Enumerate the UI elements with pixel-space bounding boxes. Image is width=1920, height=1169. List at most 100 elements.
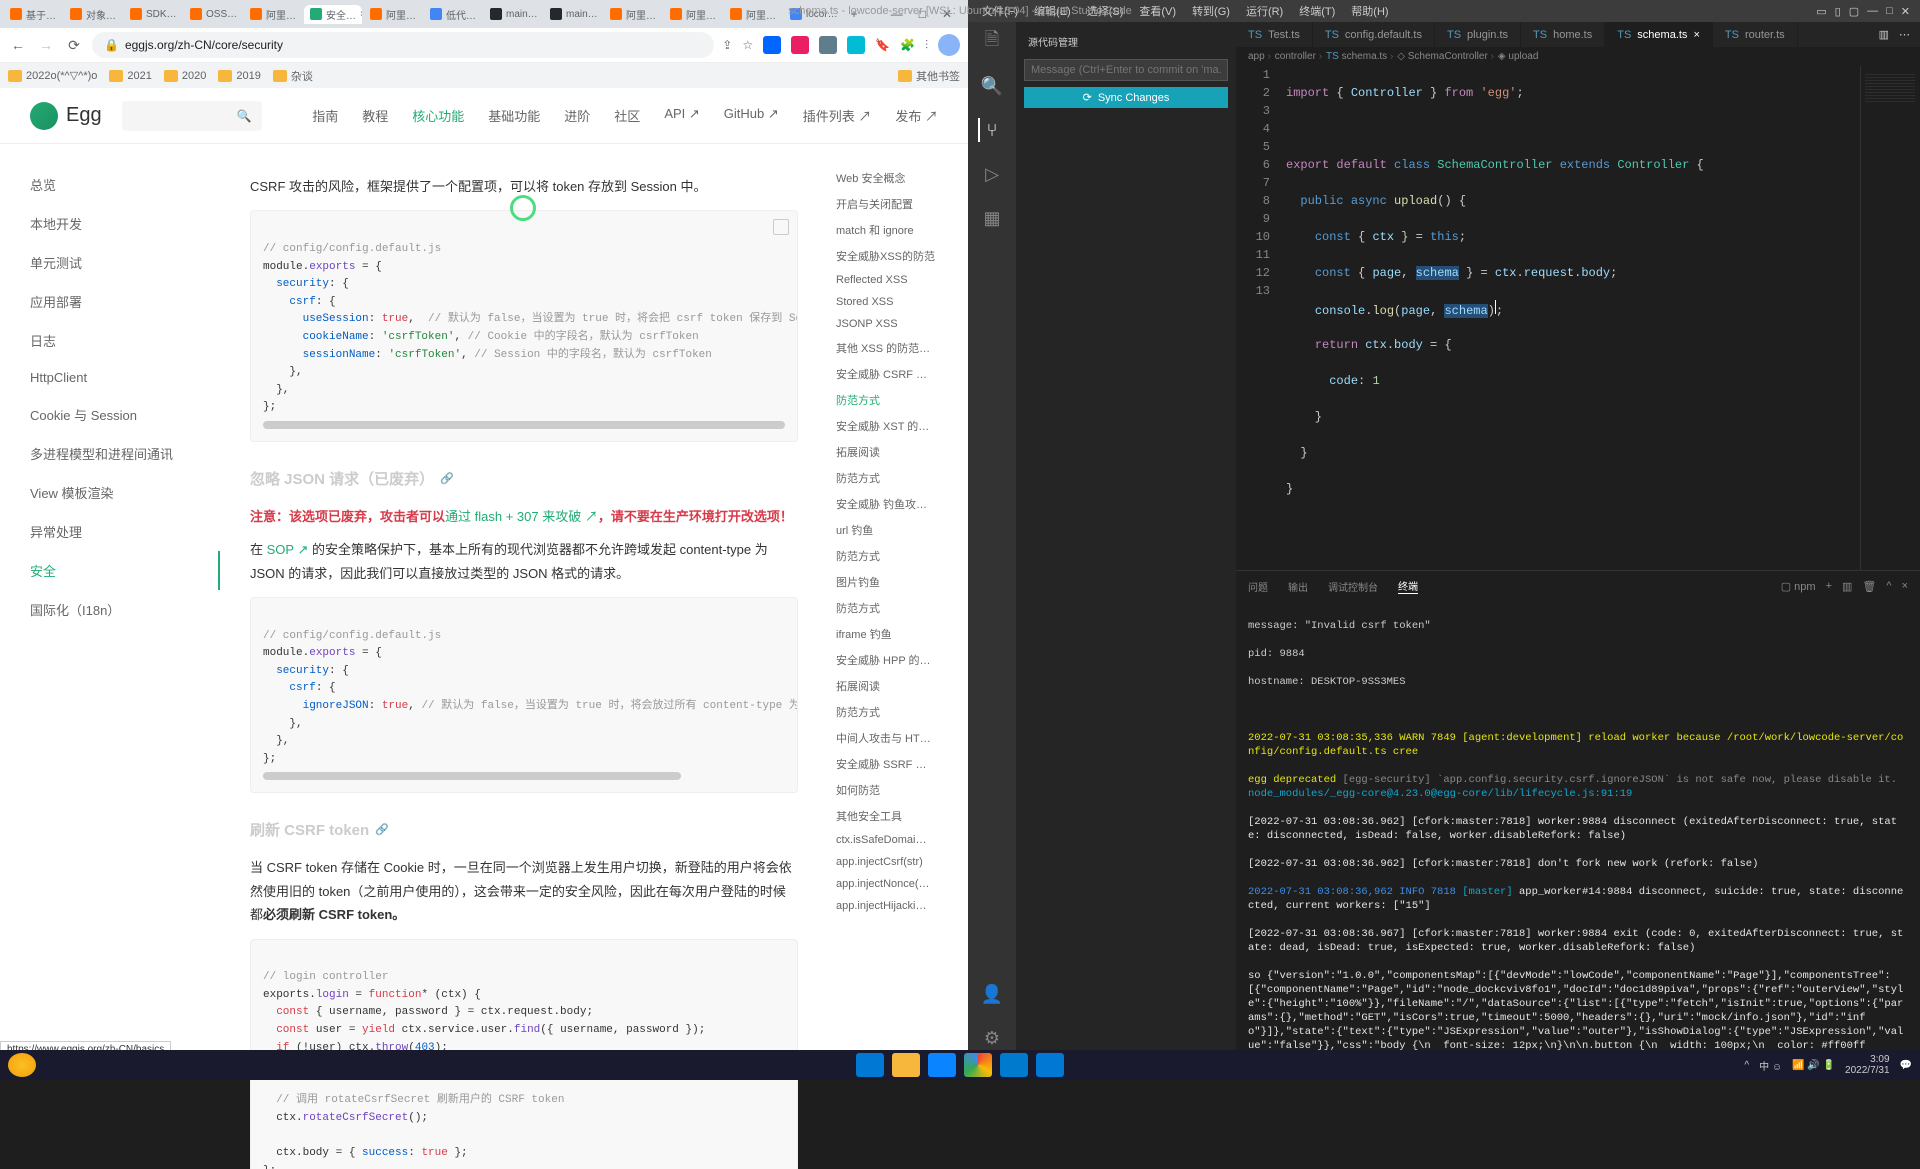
browser-tab[interactable]: main…	[544, 6, 602, 22]
ext-icon[interactable]	[847, 36, 865, 54]
close-icon[interactable]: ×	[360, 9, 362, 20]
wifi-icon[interactable]: 📶 🔊 🔋	[1792, 1060, 1835, 1071]
forward-icon[interactable]: →	[36, 35, 56, 55]
panel-tab[interactable]: 问题	[1248, 579, 1268, 594]
minimize-icon[interactable]: —	[1867, 5, 1878, 18]
toc-item[interactable]: 其他 XSS 的防范…	[836, 335, 960, 361]
browser-tab[interactable]: OSS…	[184, 6, 242, 22]
taskbar-app[interactable]	[1036, 1053, 1064, 1077]
clock-time[interactable]: 3:09	[1845, 1054, 1890, 1065]
sidebar-item[interactable]: 国际化（I18n）	[30, 590, 220, 629]
layout-icon[interactable]: ▢	[1849, 5, 1859, 18]
toc-item[interactable]: 安全威胁 CSRF …	[836, 361, 960, 387]
breadcrumbs[interactable]: appcontrollerTS schema.ts◇ SchemaControl…	[1236, 47, 1920, 66]
nav-link[interactable]: API ↗	[664, 106, 699, 125]
browser-tab[interactable]: 阿里…	[244, 5, 302, 24]
toc-item[interactable]: iframe 钓鱼	[836, 621, 960, 647]
minimap[interactable]	[1860, 66, 1920, 570]
toc-item[interactable]: 拓展阅读	[836, 673, 960, 699]
nav-link[interactable]: 核心功能	[412, 106, 464, 125]
reload-icon[interactable]: ⟳	[64, 35, 84, 55]
browser-tab[interactable]: SDK…	[124, 6, 182, 22]
browser-tab[interactable]: 阿里…	[724, 5, 782, 24]
search-icon[interactable]: 🔍	[980, 74, 1004, 98]
toc-item[interactable]: 防范方式	[836, 699, 960, 725]
code-editor[interactable]: 12345678910111213 import { Controller } …	[1236, 66, 1920, 570]
bookmark-folder[interactable]: 2021	[109, 70, 151, 82]
panel-tab[interactable]: 调试控制台	[1328, 579, 1378, 594]
nav-link[interactable]: 指南	[312, 106, 338, 125]
close-icon[interactable]: ×	[1693, 29, 1699, 41]
horizontal-scrollbar[interactable]	[263, 421, 785, 429]
taskbar-chrome[interactable]	[964, 1053, 992, 1077]
url-input[interactable]: 🔒 eggjs.org/zh-CN/core/security	[92, 32, 714, 58]
editor-tab[interactable]: TSconfig.default.ts	[1313, 22, 1435, 47]
toc-item[interactable]: 防范方式	[836, 465, 960, 491]
sidebar-item[interactable]: 单元测试	[30, 243, 220, 282]
toc-item[interactable]: 拓展阅读	[836, 439, 960, 465]
ext-icon[interactable]	[791, 36, 809, 54]
toc-item[interactable]: Web 安全概念	[836, 165, 960, 191]
editor-tab[interactable]: TSrouter.ts	[1713, 22, 1798, 47]
sidebar-item[interactable]: 总览	[30, 165, 220, 204]
explorer-icon[interactable]: 🗎	[980, 30, 1004, 54]
star-icon[interactable]: ☆	[742, 38, 753, 52]
tray-icon[interactable]: ^	[1744, 1060, 1749, 1071]
extensions-icon[interactable]: ▦	[980, 206, 1004, 230]
sidebar-item[interactable]: 日志	[30, 321, 220, 360]
browser-tab[interactable]: 阿里…	[364, 5, 422, 24]
toc-item[interactable]: Reflected XSS	[836, 269, 960, 291]
toc-item[interactable]: app.injectCsrf(str)	[836, 851, 960, 873]
close-icon[interactable]: ×	[1902, 580, 1908, 593]
external-link[interactable]: 通过 flash + 307 来攻破 ↗	[445, 509, 598, 524]
anchor-icon[interactable]: 🔗	[440, 470, 454, 490]
browser-tab[interactable]: 低代…	[424, 5, 482, 24]
bookmark-folder[interactable]: 2020	[164, 70, 206, 82]
toc-item[interactable]: 开启与关闭配置	[836, 191, 960, 217]
toc-item[interactable]: 图片钓鱼	[836, 569, 960, 595]
toc-item[interactable]: match 和 ignore	[836, 217, 960, 243]
nav-link[interactable]: 进阶	[564, 106, 590, 125]
notifications-icon[interactable]: 💬	[1900, 1060, 1912, 1071]
sidebar-item[interactable]: 本地开发	[30, 204, 220, 243]
browser-tab[interactable]: 阿里…	[604, 5, 662, 24]
nav-link[interactable]: 基础功能	[488, 106, 540, 125]
editor-tab-active[interactable]: TSschema.ts×	[1605, 22, 1713, 47]
back-icon[interactable]: ←	[8, 35, 28, 55]
editor-tab[interactable]: TSTest.ts	[1236, 22, 1313, 47]
split-icon[interactable]: ▥	[1879, 28, 1889, 41]
bookmark-icon[interactable]: 🔖	[875, 38, 890, 52]
toc-item[interactable]: 安全威胁 XST 的…	[836, 413, 960, 439]
sidebar-item[interactable]: Cookie 与 Session	[30, 395, 220, 434]
terminal-profile[interactable]: ▢ npm	[1781, 580, 1816, 593]
toc-item[interactable]: Stored XSS	[836, 291, 960, 313]
browser-tab[interactable]: 阿里…	[664, 5, 722, 24]
weather-widget[interactable]	[8, 1053, 36, 1077]
gear-icon[interactable]: ⚙	[980, 1026, 1004, 1050]
toc-item[interactable]: app.injectHijacki…	[836, 895, 960, 917]
maximize-icon[interactable]: ^	[1886, 580, 1891, 593]
sync-changes-button[interactable]: ⟳Sync Changes	[1024, 87, 1228, 108]
share-icon[interactable]: ⇪	[722, 38, 732, 52]
menu-icon[interactable]: ⫶	[925, 38, 928, 53]
sidebar-item[interactable]: 多进程模型和进程间通讯	[30, 434, 220, 473]
toc-item[interactable]: 安全威胁 HPP 的…	[836, 647, 960, 673]
search-input[interactable]: 🔍	[122, 101, 262, 131]
browser-tab-active[interactable]: 安全…×	[304, 5, 362, 24]
nav-link[interactable]: 插件列表 ↗	[803, 106, 872, 125]
other-bookmarks[interactable]: 其他书签	[898, 68, 960, 84]
toc-item[interactable]: 中间人攻击与 HT…	[836, 725, 960, 751]
toc-item[interactable]: 其他安全工具	[836, 803, 960, 829]
taskbar-app[interactable]	[892, 1053, 920, 1077]
editor-tab[interactable]: TShome.ts	[1521, 22, 1605, 47]
terminal-output[interactable]: message: "Invalid csrf token" pid: 9884 …	[1236, 601, 1920, 1058]
layout-icon[interactable]: ▯	[1835, 5, 1841, 18]
toc-item[interactable]: 安全威胁 钓鱼攻…	[836, 491, 960, 517]
maximize-icon[interactable]: □	[1886, 5, 1893, 18]
toc-item[interactable]: 防范方式	[836, 543, 960, 569]
panel-tab[interactable]: 输出	[1288, 579, 1308, 594]
copy-icon[interactable]	[773, 219, 789, 235]
input-indicator[interactable]: 中 ☺	[1759, 1058, 1782, 1073]
toc-item[interactable]: url 钓鱼	[836, 517, 960, 543]
external-link[interactable]: SOP ↗	[267, 542, 309, 557]
